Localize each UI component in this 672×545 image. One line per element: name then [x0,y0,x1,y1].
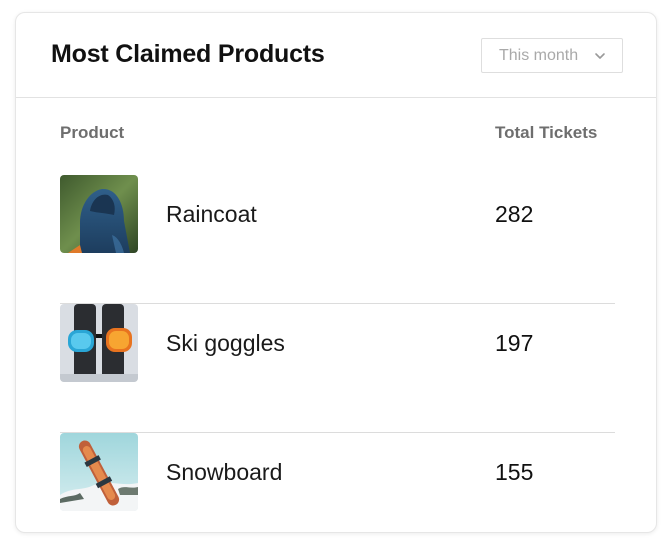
table-row[interactable]: Raincoat 282 [60,175,615,304]
most-claimed-products-card: Most Claimed Products This month Product… [15,12,657,533]
ticket-count: 282 [495,201,534,227]
table-row[interactable]: Ski goggles 197 [60,304,615,433]
card-title: Most Claimed Products [51,40,325,68]
snowboard-thumbnail [60,433,138,511]
product-name: Snowboard [166,459,283,485]
period-select-value: This month [499,46,579,64]
card-header: Most Claimed Products This month [16,13,656,98]
period-select[interactable]: This month [481,38,623,73]
chevron-down-icon [594,49,606,61]
product-name: Ski goggles [166,330,285,356]
ticket-count: 155 [495,459,534,485]
ski-goggles-thumbnail [60,304,138,382]
product-name: Raincoat [166,201,257,227]
table-row[interactable]: Snowboard 155 [60,433,615,532]
column-header-product: Product [60,123,125,142]
raincoat-thumbnail [60,175,138,253]
ticket-count: 197 [495,330,534,356]
column-header-total-tickets: Total Tickets [495,123,598,142]
